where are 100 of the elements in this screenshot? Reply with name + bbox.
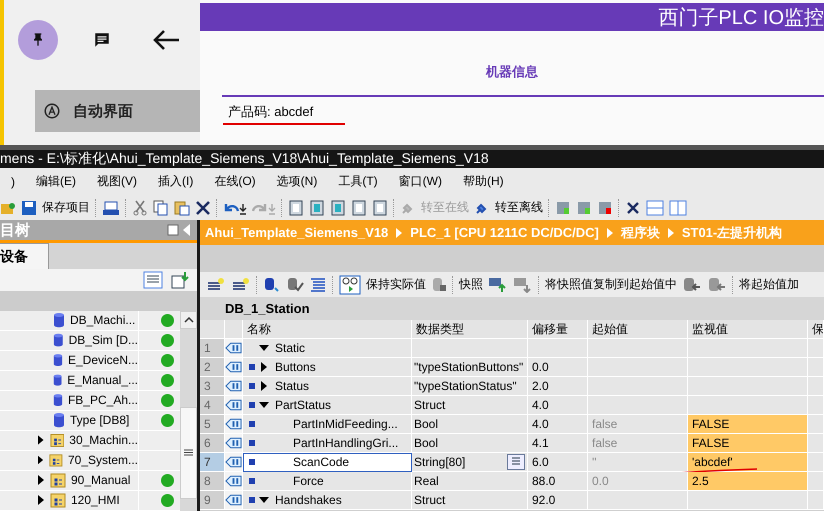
name-cell[interactable]: PartStatus — [243, 396, 412, 415]
collapse-arrow-icon[interactable] — [259, 400, 269, 410]
toolbar-icon[interactable] — [372, 200, 388, 216]
keep-actual-values-button[interactable]: 保持实际值 — [366, 276, 426, 293]
load-start-values-button[interactable]: 将起始值加 — [739, 276, 799, 293]
camera-upload-icon[interactable] — [488, 276, 508, 292]
column-header[interactable]: 监视值 — [688, 320, 808, 339]
expand-arrow-icon[interactable] — [259, 381, 269, 391]
bullet-icon — [249, 383, 255, 389]
toolbar-icon[interactable] — [288, 200, 304, 216]
tree-item[interactable]: 120_HMI — [71, 493, 120, 508]
menu-item[interactable]: 工具(T) — [327, 173, 388, 190]
row-number[interactable]: 9 — [200, 491, 225, 510]
name-cell[interactable]: Force — [243, 472, 412, 491]
paste-icon[interactable] — [174, 200, 190, 216]
cross-icon[interactable] — [625, 200, 641, 216]
tree-item[interactable]: FB_PC_Ah... — [68, 393, 138, 408]
collapse-arrow-icon[interactable] — [259, 495, 269, 505]
name-cell[interactable]: PartInHandlingGri... — [243, 434, 412, 453]
scrollbar[interactable] — [180, 310, 197, 511]
toolbar-icon[interactable] — [330, 200, 346, 216]
database-arrow-icon[interactable] — [682, 276, 702, 292]
row-number[interactable]: 3 — [200, 377, 225, 396]
tree-item[interactable]: Type [DB8] — [70, 413, 130, 428]
toolbar-icon[interactable] — [351, 200, 367, 216]
database-lock-icon[interactable] — [431, 276, 447, 292]
table-export-icon[interactable] — [171, 270, 189, 289]
block-title: DB_1_Station — [225, 301, 310, 316]
expand-arrow-icon[interactable] — [38, 475, 44, 486]
menu-item[interactable]: 选项(N) — [266, 173, 328, 190]
nav-button[interactable] — [18, 20, 58, 60]
tag-icon — [225, 437, 242, 449]
row-number[interactable]: 7 — [200, 453, 225, 472]
list-icon[interactable] — [309, 276, 327, 292]
menu-item[interactable]: 窗口(W) — [388, 173, 452, 190]
column-header[interactable]: 名称 — [243, 320, 412, 339]
column-header[interactable]: 起始值 — [588, 320, 688, 339]
row-number[interactable]: 1 — [200, 339, 225, 358]
expand-arrow-icon[interactable] — [259, 362, 269, 372]
copy-icon[interactable] — [153, 200, 169, 216]
copy-snapshot-button[interactable]: 将快照值复制到起始值中 — [545, 276, 677, 293]
row-number[interactable]: 4 — [200, 396, 225, 415]
panel-controls-icon[interactable] — [167, 223, 191, 238]
camera-download-icon[interactable] — [513, 276, 533, 292]
row-number[interactable]: 5 — [200, 415, 225, 434]
menu-item[interactable]: 插入(I) — [147, 173, 204, 190]
go-offline-button[interactable]: 转至离线 — [495, 199, 543, 216]
split-horizontal-icon[interactable] — [646, 200, 664, 216]
devices-tab[interactable]: 设备 — [0, 243, 49, 270]
name-cell[interactable]: ScanCode — [243, 453, 412, 472]
toolbar-icon[interactable] — [309, 200, 325, 216]
expand-arrow-icon[interactable] — [38, 495, 44, 506]
delete-icon[interactable] — [195, 200, 211, 216]
name-cell[interactable]: PartInMidFeeding... — [243, 415, 412, 434]
name-cell[interactable]: Handshakes — [243, 491, 412, 510]
name-cell[interactable]: Static — [243, 339, 412, 358]
menu-item[interactable]: 编辑(E) — [25, 173, 86, 190]
save-icon[interactable] — [21, 200, 37, 216]
tree-item[interactable]: DB_Machi... — [70, 313, 136, 328]
menu-item[interactable]: ) — [0, 174, 25, 188]
row-number[interactable]: 2 — [200, 358, 225, 377]
table-cell: 4.0 — [528, 396, 588, 415]
column-header[interactable]: 数据类型 — [412, 320, 528, 339]
tree-item[interactable]: 90_Manual — [71, 473, 130, 488]
tree-item[interactable]: E_DeviceN... — [68, 353, 138, 368]
expand-arrow-icon[interactable] — [38, 455, 44, 466]
list-button-icon[interactable] — [507, 454, 525, 470]
menu-item[interactable]: 帮助(H) — [452, 173, 514, 190]
name-cell[interactable]: Buttons — [243, 358, 412, 377]
cut-icon[interactable] — [132, 200, 148, 216]
name-cell[interactable]: Status — [243, 377, 412, 396]
split-vertical-icon[interactable] — [669, 200, 687, 216]
expand-arrow-icon[interactable] — [38, 435, 44, 446]
tree-item[interactable]: 30_Machin... — [69, 433, 138, 448]
menu-item[interactable]: 在线(O) — [203, 173, 266, 190]
add-row-icon[interactable] — [231, 276, 251, 292]
snapshot-button[interactable]: 快照 — [459, 276, 483, 293]
folder-icon — [50, 492, 66, 508]
menu-item[interactable]: 视图(V) — [86, 173, 147, 190]
insert-row-icon[interactable] — [206, 276, 226, 292]
tree-item[interactable]: DB_Sim [D... — [68, 333, 138, 348]
row-number[interactable]: 8 — [200, 472, 225, 491]
column-header[interactable]: 偏移量 — [528, 320, 588, 339]
scroll-up-icon[interactable] — [184, 316, 194, 323]
row-number[interactable]: 6 — [200, 434, 225, 453]
tree-item[interactable]: 70_System... — [68, 453, 138, 468]
column-header — [200, 320, 225, 339]
tree-item[interactable]: E_Manual_... — [67, 373, 138, 388]
menu-item[interactable]: 自动界面 — [35, 90, 200, 132]
collapse-arrow-icon[interactable] — [259, 343, 269, 353]
grip-icon[interactable] — [184, 449, 193, 456]
print-icon[interactable] — [102, 200, 120, 216]
list-view-icon[interactable] — [143, 270, 163, 289]
database-icon — [53, 352, 63, 368]
glasses-icon[interactable] — [339, 274, 361, 294]
database-arrow-icon[interactable] — [707, 276, 727, 292]
save-project-button[interactable]: 保存项目 — [42, 199, 90, 216]
database-icon[interactable] — [263, 276, 281, 292]
tag-icon — [225, 418, 242, 430]
database-check-icon[interactable] — [286, 276, 304, 292]
